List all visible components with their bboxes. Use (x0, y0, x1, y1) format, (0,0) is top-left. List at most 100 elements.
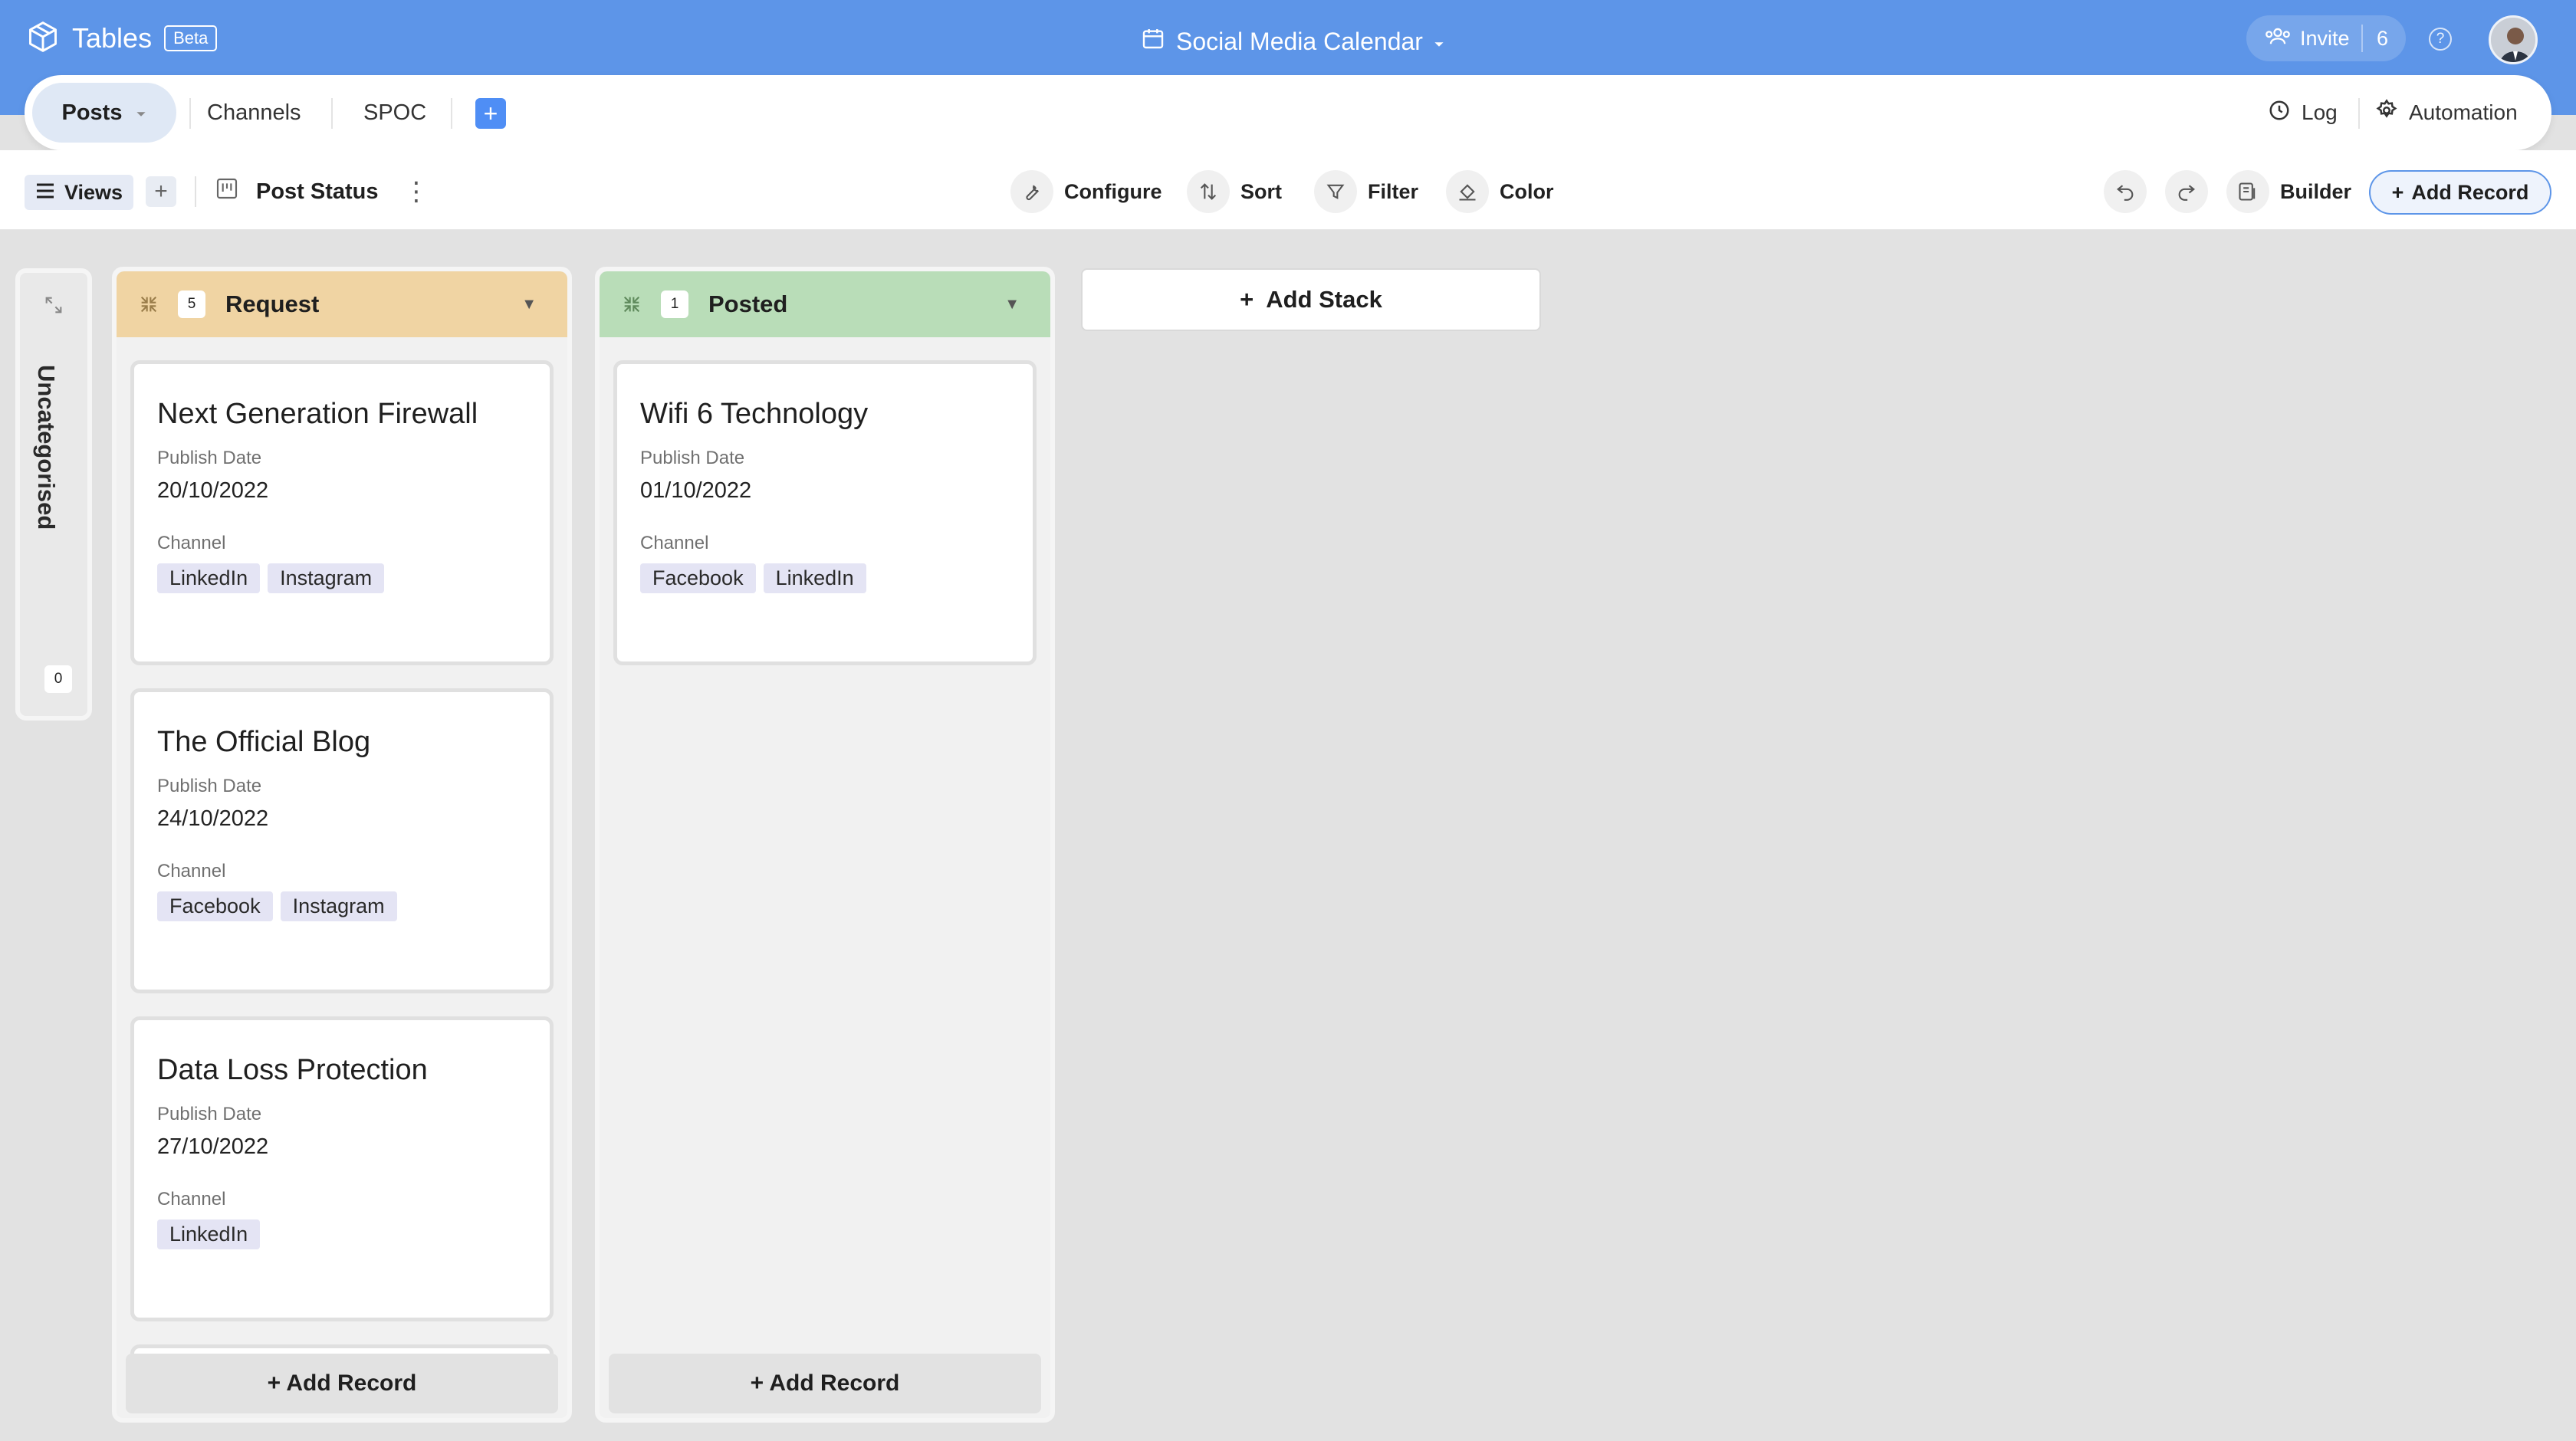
views-button[interactable]: Views (25, 175, 133, 210)
configure-button[interactable]: Configure (1010, 170, 1162, 213)
plus-icon: + (1240, 286, 1254, 313)
redo-icon (2176, 179, 2197, 205)
channel-tags: Facebook Instagram (157, 891, 550, 921)
publish-date-value: 27/10/2022 (157, 1134, 269, 1159)
tab-divider (451, 98, 452, 129)
stack-count: 5 (178, 290, 205, 318)
redo-button[interactable] (2165, 170, 2208, 213)
wrench-icon (1010, 170, 1053, 213)
stack-header[interactable]: 1 Posted ▼ (600, 271, 1050, 337)
record-card[interactable]: Next Generation Firewall Publish Date 20… (130, 360, 554, 665)
undo-icon (2114, 179, 2136, 205)
channel-tag: LinkedIn (157, 563, 261, 593)
paint-bucket-icon (1446, 170, 1489, 213)
channel-tags: Facebook LinkedIn (640, 563, 1033, 593)
tab-channels[interactable]: Channels (207, 83, 301, 143)
builder-icon (2226, 170, 2269, 213)
list-icon (35, 181, 55, 205)
uncategorised-stack[interactable]: Uncategorised 0 (15, 268, 92, 720)
tables-logo-icon (26, 20, 60, 57)
filter-button[interactable]: Filter (1314, 170, 1418, 213)
channel-tag: Facebook (157, 891, 273, 921)
card-title: Wifi 6 Technology (640, 398, 869, 430)
chevron-down-icon[interactable]: ▼ (521, 296, 537, 313)
log-button[interactable]: Log (2268, 94, 2338, 132)
chevron-down-icon (1434, 28, 1444, 56)
color-button[interactable]: Color (1446, 170, 1554, 213)
collapse-icon[interactable] (621, 294, 646, 315)
add-table-button[interactable]: + (475, 98, 506, 129)
channel-tag: Instagram (280, 891, 397, 921)
gear-icon (2375, 98, 2398, 127)
configure-label: Configure (1064, 179, 1162, 203)
invite-count: 6 (2361, 25, 2388, 52)
uncategorised-label: Uncategorised (33, 365, 60, 530)
add-record-button[interactable]: + Add Record (2369, 170, 2551, 215)
record-card[interactable]: Data Loss Protection Publish Date 27/10/… (130, 1016, 554, 1321)
table-tabs: Posts Channels SPOC + Log Automation (25, 75, 2551, 150)
publish-date-label: Publish Date (157, 776, 262, 796)
publish-date-label: Publish Date (640, 448, 745, 468)
channel-label: Channel (640, 533, 709, 553)
calendar-icon (1141, 26, 1165, 57)
builder-button[interactable]: Builder (2226, 170, 2351, 213)
add-stack-label: Add Stack (1266, 286, 1382, 313)
card-title: Data Loss Protection (157, 1054, 428, 1086)
document-title-dropdown[interactable]: Social Media Calendar (1141, 23, 1444, 60)
channel-tag: LinkedIn (763, 563, 866, 593)
channel-tag: Instagram (268, 563, 385, 593)
record-card[interactable]: The Official Blog Publish Date 24/10/202… (130, 688, 554, 993)
tab-divider (189, 98, 191, 129)
help-icon[interactable]: ? (2429, 28, 2452, 51)
automation-button[interactable]: Automation (2375, 94, 2518, 132)
document-title: Social Media Calendar (1176, 27, 1423, 55)
invite-button[interactable]: Invite 6 (2246, 15, 2406, 61)
app-brand[interactable]: Tables Beta (26, 18, 218, 58)
publish-date-value: 20/10/2022 (157, 478, 269, 503)
sort-button[interactable]: Sort (1187, 170, 1282, 213)
expand-icon[interactable] (43, 294, 64, 320)
collapse-icon[interactable] (138, 294, 163, 315)
add-stack-button[interactable]: + Add Stack (1081, 268, 1541, 331)
filter-label: Filter (1368, 179, 1419, 203)
channel-tags: LinkedIn (157, 1219, 550, 1249)
beta-badge: Beta (164, 25, 218, 51)
tab-posts-label: Posts (61, 100, 123, 125)
tab-spoc[interactable]: SPOC (363, 83, 426, 143)
uncategorised-count: 0 (44, 665, 72, 693)
publish-date-value: 24/10/2022 (157, 806, 269, 831)
undo-button[interactable] (2104, 170, 2147, 213)
sort-icon (1187, 170, 1230, 213)
add-view-button[interactable]: + (146, 176, 176, 207)
plus-icon: + (154, 179, 168, 204)
stack-title: Request (225, 290, 320, 317)
automation-label: Automation (2409, 100, 2518, 124)
more-options-icon[interactable]: ⋮ (403, 176, 429, 207)
stack-posted: 1 Posted ▼ Wifi 6 Technology Publish Dat… (595, 267, 1055, 1423)
chevron-down-icon (136, 100, 146, 126)
channel-label: Channel (157, 861, 226, 881)
stack-add-record-button[interactable]: + Add Record (609, 1354, 1041, 1413)
card-title: Next Generation Firewall (157, 398, 478, 430)
view-toolbar: Views + Post Status ⋮ Configure Sort Fil… (0, 150, 2576, 230)
views-label: Views (64, 180, 123, 204)
kanban-icon (215, 176, 239, 207)
record-card[interactable]: Wifi 6 Technology Publish Date 01/10/202… (613, 360, 1037, 665)
app-name: Tables (72, 22, 153, 54)
channel-label: Channel (157, 1189, 226, 1210)
channel-tag: Facebook (640, 563, 756, 593)
stack-request: 5 Request ▼ Next Generation Firewall Pub… (112, 267, 572, 1423)
stack-add-record-button[interactable]: + Add Record (126, 1354, 558, 1413)
chevron-down-icon[interactable]: ▼ (1004, 296, 1020, 313)
plus-icon: + (2391, 180, 2404, 204)
sort-label: Sort (1240, 179, 1282, 203)
stack-header[interactable]: 5 Request ▼ (117, 271, 567, 337)
publish-date-label: Publish Date (157, 448, 262, 468)
card-title: The Official Blog (157, 726, 371, 758)
stack-count: 1 (661, 290, 688, 318)
plus-icon: + (483, 99, 498, 127)
current-view[interactable]: Post Status (215, 172, 379, 212)
tab-posts[interactable]: Posts (32, 83, 176, 143)
stack-title: Posted (708, 290, 788, 317)
avatar[interactable] (2489, 15, 2538, 64)
